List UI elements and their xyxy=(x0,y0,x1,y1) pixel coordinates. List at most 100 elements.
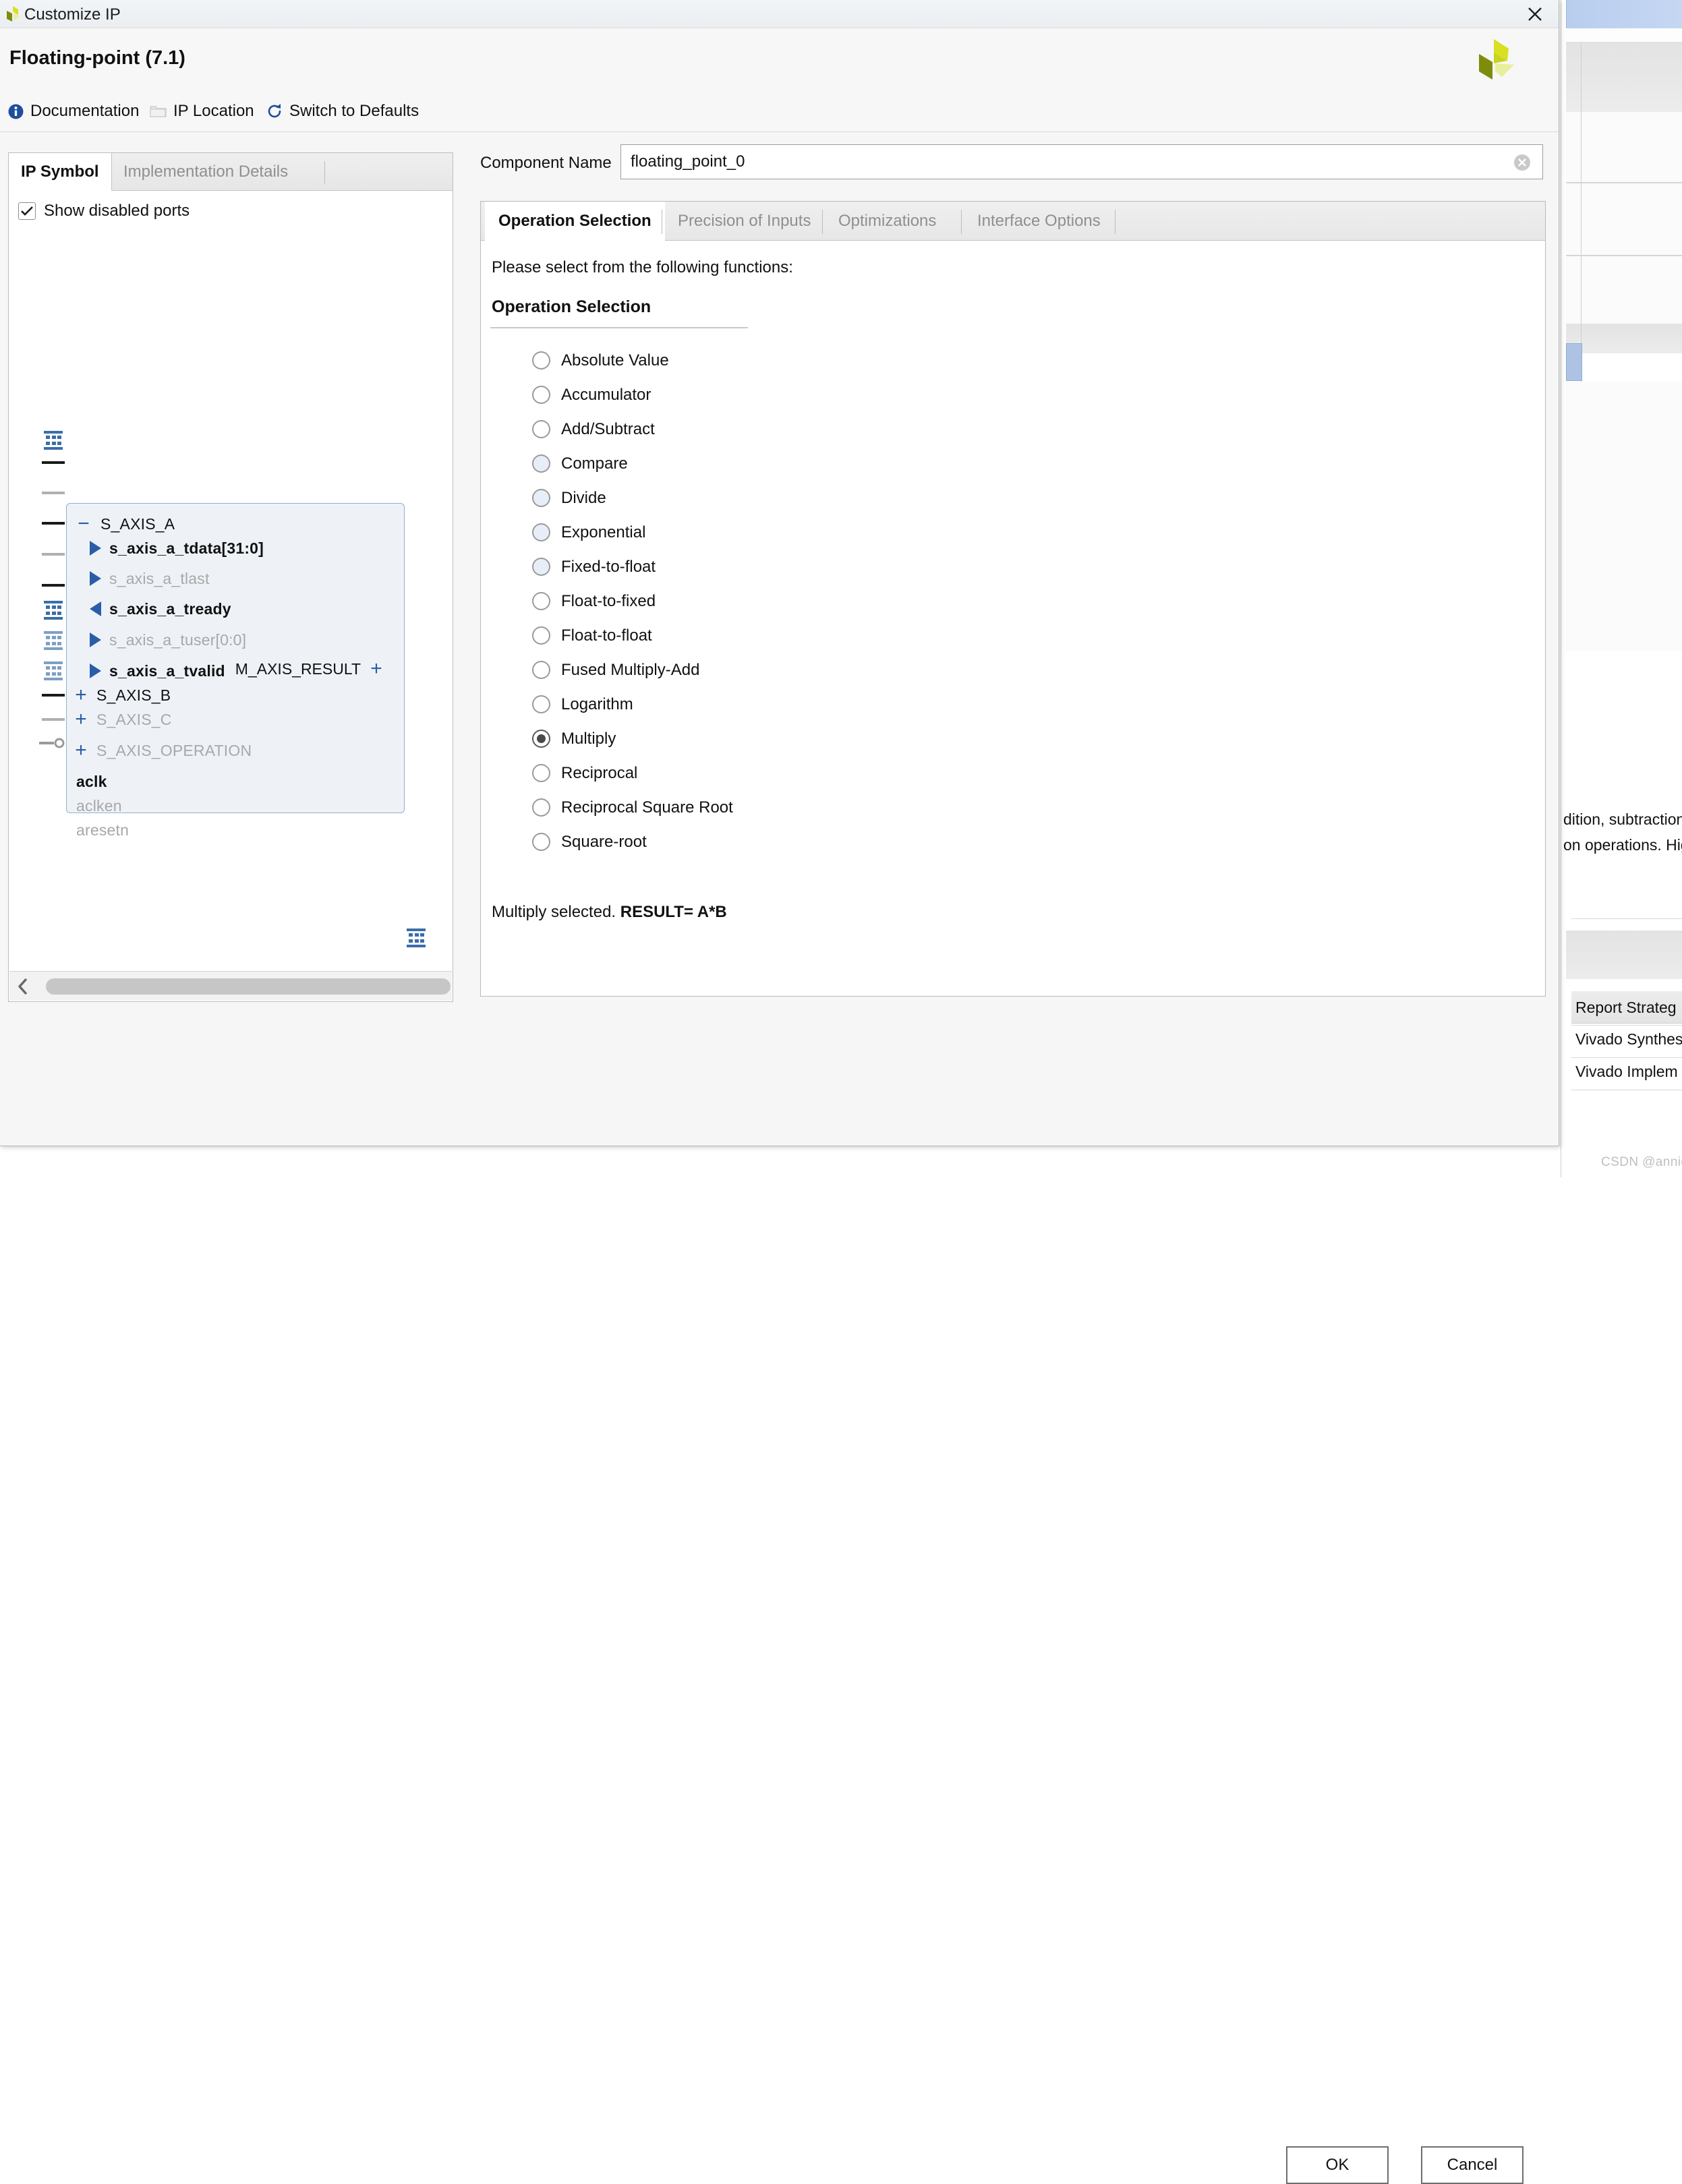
info-icon xyxy=(7,102,24,120)
dialog-toolbar: Documentation IP Location Switch to Defa… xyxy=(0,93,1559,132)
port-stub xyxy=(42,584,65,587)
radio-option-absolute-value[interactable]: Absolute Value xyxy=(532,343,733,378)
radio-option-float-to-fixed[interactable]: Float-to-fixed xyxy=(532,584,733,618)
port-row: s_axis_a_tuser[0:0] xyxy=(90,628,246,652)
radio-icon xyxy=(532,764,550,782)
port-row: + S_AXIS_C xyxy=(72,707,172,732)
radio-option-multiply[interactable]: Multiply xyxy=(532,721,733,756)
output-arrow-icon xyxy=(90,601,101,616)
xilinx-logo-icon xyxy=(1474,38,1519,82)
switch-to-defaults-link[interactable]: Switch to Defaults xyxy=(266,98,419,124)
radio-icon xyxy=(532,351,550,370)
bus-expand-icon[interactable]: + xyxy=(72,685,90,705)
scrollbar-thumb[interactable] xyxy=(46,978,451,995)
clear-circle-icon[interactable] xyxy=(1513,153,1532,172)
tab-interface-options[interactable]: Interface Options xyxy=(964,202,1114,241)
tab-divider xyxy=(822,210,823,234)
bus-expand-icon[interactable]: + xyxy=(72,740,90,761)
group-rule xyxy=(490,327,748,328)
tab-precision-of-inputs-label: Precision of Inputs xyxy=(678,212,811,231)
radio-option-compare[interactable]: Compare xyxy=(532,446,733,481)
close-icon[interactable] xyxy=(1521,3,1549,26)
radio-option-logarithm[interactable]: Logarithm xyxy=(532,687,733,721)
radio-label: Add/Subtract xyxy=(561,420,655,439)
checkmark-icon xyxy=(18,202,36,220)
scrollbar-track[interactable] xyxy=(36,972,425,1001)
bg-rule xyxy=(1571,1025,1682,1026)
component-name-input[interactable]: floating_point_0 xyxy=(620,144,1543,179)
ip-symbol-canvas: − S_AXIS_A s_axis_a_tdata[31:0] s_axis_a… xyxy=(9,229,452,960)
radio-label: Fused Multiply-Add xyxy=(561,661,699,680)
horizontal-scrollbar[interactable] xyxy=(9,971,452,1001)
ok-button-label: OK xyxy=(1326,2156,1350,2175)
port-row: s_axis_a_tlast xyxy=(90,566,210,591)
documentation-link[interactable]: Documentation xyxy=(7,98,139,124)
refresh-icon xyxy=(266,102,283,120)
port-label: S_AXIS_C xyxy=(96,711,172,729)
ip-location-link[interactable]: IP Location xyxy=(150,98,254,124)
port-label: aclken xyxy=(76,797,122,815)
radio-icon xyxy=(532,626,550,645)
bus-connector-icon xyxy=(43,429,63,452)
radio-label: Fixed-to-float xyxy=(561,558,656,577)
page-title: Floating-point (7.1) xyxy=(9,47,185,69)
tab-optimizations-label: Optimizations xyxy=(838,212,936,231)
radio-option-reciprocal[interactable]: Reciprocal xyxy=(532,756,733,790)
tab-precision-of-inputs[interactable]: Precision of Inputs xyxy=(664,202,824,241)
bus-expand-icon[interactable]: + xyxy=(368,659,385,679)
watermark-text: CSDN @anniezfy xyxy=(1601,1155,1682,1170)
show-disabled-ports-label: Show disabled ports xyxy=(44,202,190,220)
radio-icon xyxy=(532,592,550,610)
dialog-body: IP Symbol Implementation Details Show di… xyxy=(0,132,1559,1078)
radio-option-float-to-float[interactable]: Float-to-float xyxy=(532,618,733,653)
radio-option-exponential[interactable]: Exponential xyxy=(532,515,733,550)
tab-interface-options-label: Interface Options xyxy=(977,212,1101,231)
dialog-titlebar: Customize IP xyxy=(0,0,1559,28)
ip-location-label: IP Location xyxy=(173,102,254,121)
bg-description-line-2: on operations. Hig xyxy=(1563,832,1682,858)
ok-button[interactable]: OK xyxy=(1286,2146,1389,2184)
port-row: s_axis_a_tvalid xyxy=(90,659,225,683)
cancel-button[interactable]: Cancel xyxy=(1421,2146,1524,2184)
dialog-title: Customize IP xyxy=(24,5,121,24)
radio-label: Absolute Value xyxy=(561,351,669,370)
bg-selected-tab-band xyxy=(1566,0,1682,28)
radio-icon xyxy=(532,420,550,438)
port-label: aclk xyxy=(76,773,107,791)
component-name-value: floating_point_0 xyxy=(631,152,745,171)
tab-implementation-details[interactable]: Implementation Details xyxy=(111,153,300,191)
radio-option-square-root[interactable]: Square-root xyxy=(532,825,733,859)
port-row: aclken xyxy=(76,794,122,818)
port-label: S_AXIS_B xyxy=(96,686,171,705)
port-label: s_axis_a_tuser[0:0] xyxy=(109,631,246,649)
radio-icon-selected xyxy=(532,730,550,748)
radio-option-add-subtract[interactable]: Add/Subtract xyxy=(532,412,733,446)
radio-option-accumulator[interactable]: Accumulator xyxy=(532,378,733,412)
bg-row xyxy=(1566,382,1682,651)
intro-text: Please select from the following functio… xyxy=(492,258,793,277)
bus-connector-icon xyxy=(406,926,426,949)
tab-operation-selection[interactable]: Operation Selection xyxy=(485,202,665,241)
bg-row xyxy=(1566,931,1682,979)
bus-connector-icon xyxy=(43,629,63,652)
operation-content-box: Operation Selection Precision of Inputs … xyxy=(480,201,1546,997)
bus-collapse-icon[interactable]: − xyxy=(75,514,92,534)
active-low-reset-pin-icon xyxy=(39,738,62,748)
radio-option-fixed-to-float[interactable]: Fixed-to-float xyxy=(532,550,733,584)
radio-option-fused-multiply-add[interactable]: Fused Multiply-Add xyxy=(532,653,733,687)
bus-connector-icon xyxy=(43,659,63,682)
radio-option-divide[interactable]: Divide xyxy=(532,481,733,515)
port-label: S_AXIS_A xyxy=(100,515,175,533)
radio-icon xyxy=(532,386,550,404)
chevron-left-icon[interactable] xyxy=(9,972,36,1001)
tab-optimizations[interactable]: Optimizations xyxy=(825,202,950,241)
input-arrow-icon xyxy=(90,571,101,586)
tab-ip-symbol[interactable]: IP Symbol xyxy=(9,153,112,191)
ip-symbol-panel: IP Symbol Implementation Details Show di… xyxy=(8,152,453,1002)
radio-label: Float-to-fixed xyxy=(561,592,656,611)
radio-icon xyxy=(532,798,550,817)
radio-option-reciprocal-square-root[interactable]: Reciprocal Square Root xyxy=(532,790,733,825)
radio-label: Accumulator xyxy=(561,386,651,405)
bus-expand-icon[interactable]: + xyxy=(72,709,90,730)
show-disabled-ports-checkbox[interactable]: Show disabled ports xyxy=(18,202,190,220)
